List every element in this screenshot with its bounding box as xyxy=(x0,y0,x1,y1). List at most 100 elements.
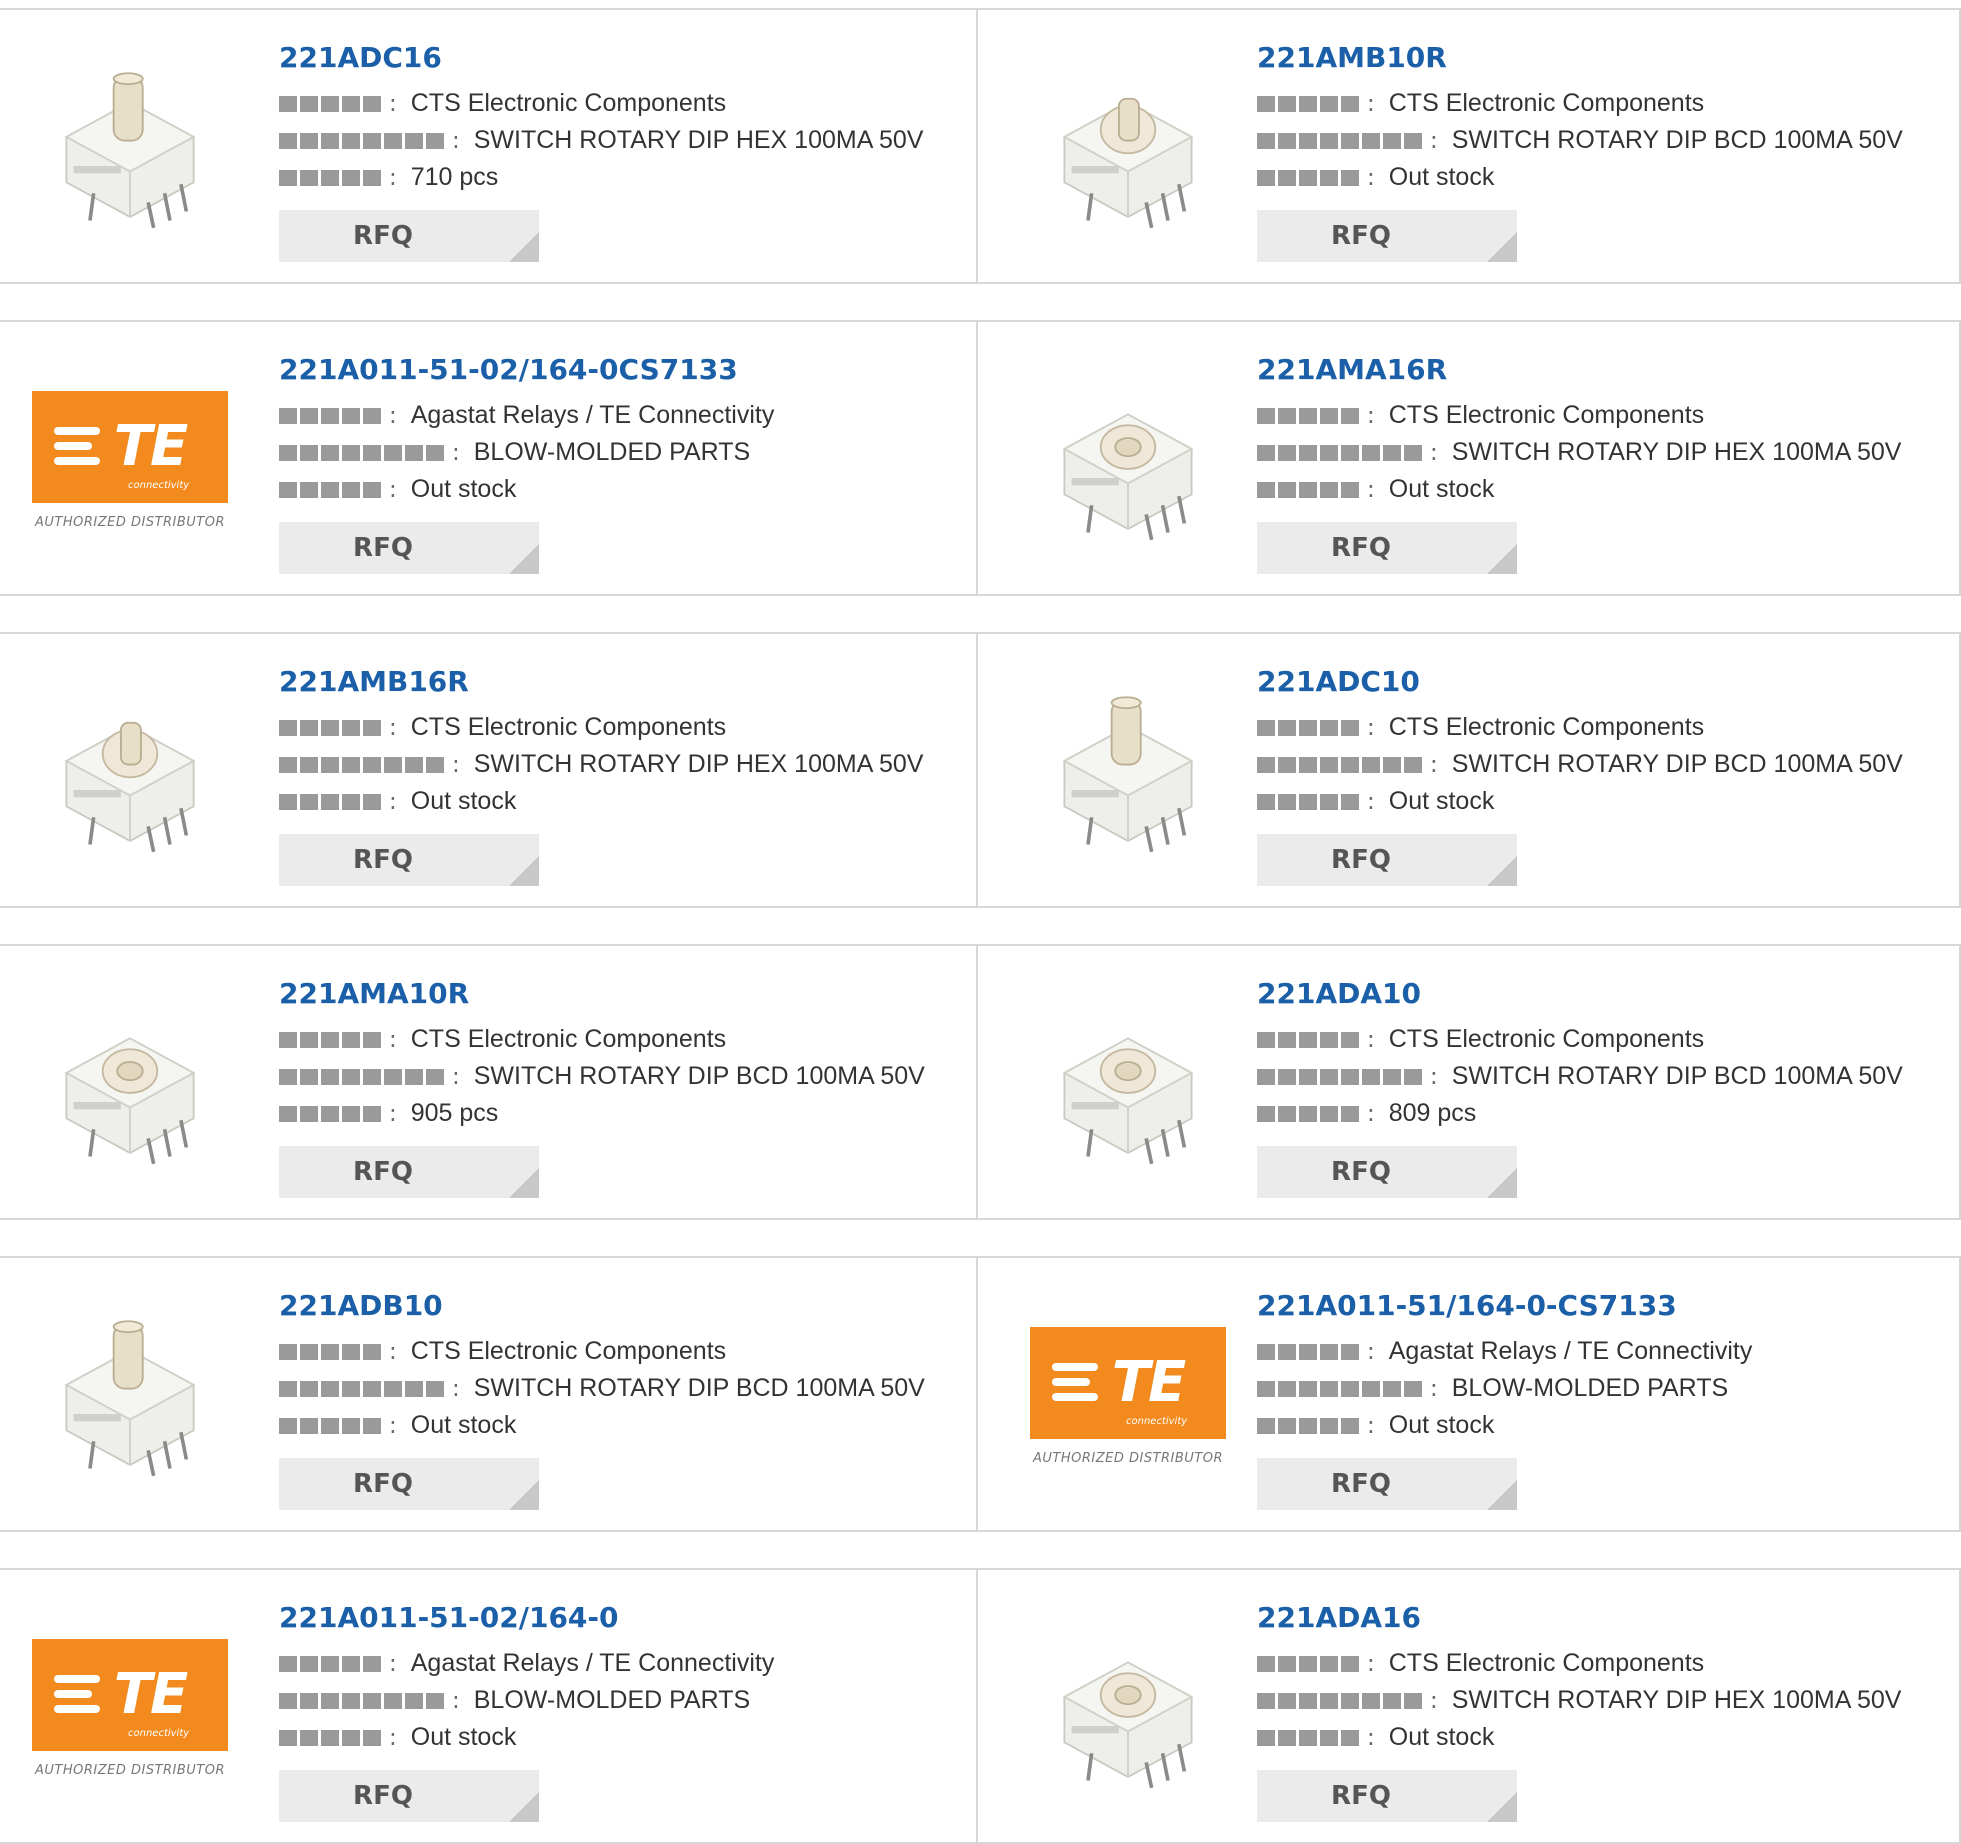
product-info: 221ADA10: CTS Electronic Components: SWITC… xyxy=(1257,976,1949,1198)
rotary-switch-image[interactable] xyxy=(1028,670,1228,874)
label-colon: : xyxy=(1367,1338,1375,1365)
part-number-link[interactable]: 221AMB10R xyxy=(1257,40,1949,76)
rfq-label: RFQ xyxy=(353,533,413,563)
rfq-button[interactable]: RFQ xyxy=(279,210,539,262)
product-thumbnail[interactable] xyxy=(1018,1598,1238,1818)
te-logo: TE connectivity AUTHORIZED DISTRIBUTOR xyxy=(1030,1326,1226,1466)
te-logo-sub: connectivity xyxy=(1126,1415,1188,1427)
masked-label xyxy=(279,132,444,149)
manufacturer-row: : CTS Electronic Components xyxy=(279,1021,966,1058)
rfq-button[interactable]: RFQ xyxy=(279,522,539,574)
product-info: 221AMB10R: CTS Electronic Components: SWIT… xyxy=(1257,40,1949,262)
manufacturer-row: : CTS Electronic Components xyxy=(1257,85,1949,122)
label-colon: : xyxy=(1367,476,1375,503)
product-thumbnail[interactable] xyxy=(1018,662,1238,882)
masked-label xyxy=(279,793,381,810)
part-number-link[interactable]: 221ADA16 xyxy=(1257,1600,1949,1636)
product-info: 221AMA10R: CTS Electronic Components: SWIT… xyxy=(279,976,966,1198)
masked-label xyxy=(1257,1692,1422,1709)
rfq-label: RFQ xyxy=(353,1469,413,1499)
rfq-button[interactable]: RFQ xyxy=(279,1770,539,1822)
part-number-link[interactable]: 221A011-51-02/164-0CS7133 xyxy=(279,352,966,388)
product-thumbnail[interactable]: TE connectivity AUTHORIZED DISTRIBUTOR xyxy=(20,350,240,570)
stock-row: : Out stock xyxy=(1257,159,1949,196)
te-logo: TE connectivity AUTHORIZED DISTRIBUTOR xyxy=(32,390,228,530)
product-thumbnail[interactable] xyxy=(20,974,240,1194)
rotary-switch-image[interactable] xyxy=(30,46,230,250)
description-value: SWITCH ROTARY DIP HEX 100MA 50V xyxy=(473,126,924,154)
rotary-switch-image[interactable] xyxy=(1028,358,1228,562)
rotary-switch-image[interactable] xyxy=(1028,46,1228,250)
product-info: 221ADB10: CTS Electronic Components: SWITC… xyxy=(279,1288,966,1510)
rotary-switch-image[interactable] xyxy=(30,1294,230,1498)
product-thumbnail[interactable] xyxy=(1018,974,1238,1194)
rfq-button[interactable]: RFQ xyxy=(1257,522,1517,574)
part-number-link[interactable]: 221A011-51/164-0-CS7133 xyxy=(1257,1288,1949,1324)
part-number-link[interactable]: 221AMA16R xyxy=(1257,352,1949,388)
product-card: 221ADB10: CTS Electronic Components: SWITC… xyxy=(0,1256,978,1532)
description-value: SWITCH ROTARY DIP HEX 100MA 50V xyxy=(1451,1686,1902,1714)
part-number-link[interactable]: 221ADB10 xyxy=(279,1288,966,1324)
part-number-link[interactable]: 221ADA10 xyxy=(1257,976,1949,1012)
manufacturer-value: CTS Electronic Components xyxy=(1388,1025,1705,1053)
rotary-switch-image[interactable] xyxy=(30,982,230,1186)
masked-label xyxy=(1257,95,1359,112)
stock-row: : Out stock xyxy=(1257,1407,1949,1444)
masked-label xyxy=(1257,481,1359,498)
manufacturer-row: : CTS Electronic Components xyxy=(279,709,966,746)
product-thumbnail[interactable]: TE connectivity AUTHORIZED DISTRIBUTOR xyxy=(1018,1286,1238,1506)
rfq-button[interactable]: RFQ xyxy=(1257,210,1517,262)
label-colon: : xyxy=(452,1375,460,1402)
rfq-button[interactable]: RFQ xyxy=(279,834,539,886)
rotary-switch-image[interactable] xyxy=(1028,982,1228,1186)
product-thumbnail[interactable] xyxy=(20,38,240,258)
rfq-button[interactable]: RFQ xyxy=(1257,834,1517,886)
label-colon: : xyxy=(1367,402,1375,429)
label-colon: : xyxy=(389,402,397,429)
manufacturer-value: CTS Electronic Components xyxy=(1388,89,1705,117)
label-colon: : xyxy=(1367,788,1375,815)
rotary-switch-image[interactable] xyxy=(30,670,230,874)
description-value: SWITCH ROTARY DIP BCD 100MA 50V xyxy=(473,1374,925,1402)
rfq-button[interactable]: RFQ xyxy=(279,1458,539,1510)
authorized-distributor-tag: AUTHORIZED DISTRIBUTOR xyxy=(34,1762,226,1778)
label-colon: : xyxy=(1430,127,1438,154)
description-row: : SWITCH ROTARY DIP BCD 100MA 50V xyxy=(1257,746,1949,783)
description-value: SWITCH ROTARY DIP HEX 100MA 50V xyxy=(473,750,924,778)
part-number-link[interactable]: 221AMA10R xyxy=(279,976,966,1012)
authorized-distributor-tag: AUTHORIZED DISTRIBUTOR xyxy=(34,514,226,530)
description-value: SWITCH ROTARY DIP BCD 100MA 50V xyxy=(473,1062,925,1090)
product-card: TE connectivity AUTHORIZED DISTRIBUTOR 221A… xyxy=(976,1256,1961,1532)
masked-label xyxy=(279,481,381,498)
rfq-button[interactable]: RFQ xyxy=(1257,1458,1517,1510)
part-number-link[interactable]: 221ADC10 xyxy=(1257,664,1949,700)
masked-label xyxy=(279,1031,381,1048)
rfq-button[interactable]: RFQ xyxy=(279,1146,539,1198)
rfq-button[interactable]: RFQ xyxy=(1257,1770,1517,1822)
manufacturer-row: : CTS Electronic Components xyxy=(1257,1021,1949,1058)
masked-label xyxy=(279,1105,381,1122)
product-thumbnail[interactable]: TE connectivity AUTHORIZED DISTRIBUTOR xyxy=(20,1598,240,1818)
manufacturer-row: : Agastat Relays / TE Connectivity xyxy=(279,397,966,434)
part-number-link[interactable]: 221A011-51-02/164-0 xyxy=(279,1600,966,1636)
label-colon: : xyxy=(452,1687,460,1714)
part-number-link[interactable]: 221ADC16 xyxy=(279,40,966,76)
rfq-button[interactable]: RFQ xyxy=(1257,1146,1517,1198)
description-value: SWITCH ROTARY DIP BCD 100MA 50V xyxy=(1451,750,1903,778)
stock-row: : Out stock xyxy=(1257,471,1949,508)
product-thumbnail[interactable] xyxy=(20,662,240,882)
product-thumbnail[interactable] xyxy=(1018,350,1238,570)
description-row: : BLOW-MOLDED PARTS xyxy=(1257,1370,1949,1407)
rotary-switch-image[interactable] xyxy=(1028,1606,1228,1810)
rfq-label: RFQ xyxy=(1331,1157,1391,1187)
masked-label xyxy=(279,1380,444,1397)
label-colon: : xyxy=(452,127,460,154)
authorized-distributor-tag: AUTHORIZED DISTRIBUTOR xyxy=(1032,1450,1224,1466)
part-number-link[interactable]: 221AMB16R xyxy=(279,664,966,700)
product-thumbnail[interactable] xyxy=(20,1286,240,1506)
stock-value: Out stock xyxy=(1388,1411,1495,1439)
label-colon: : xyxy=(389,1412,397,1439)
product-thumbnail[interactable] xyxy=(1018,38,1238,258)
label-colon: : xyxy=(1367,1650,1375,1677)
masked-label xyxy=(279,1417,381,1434)
